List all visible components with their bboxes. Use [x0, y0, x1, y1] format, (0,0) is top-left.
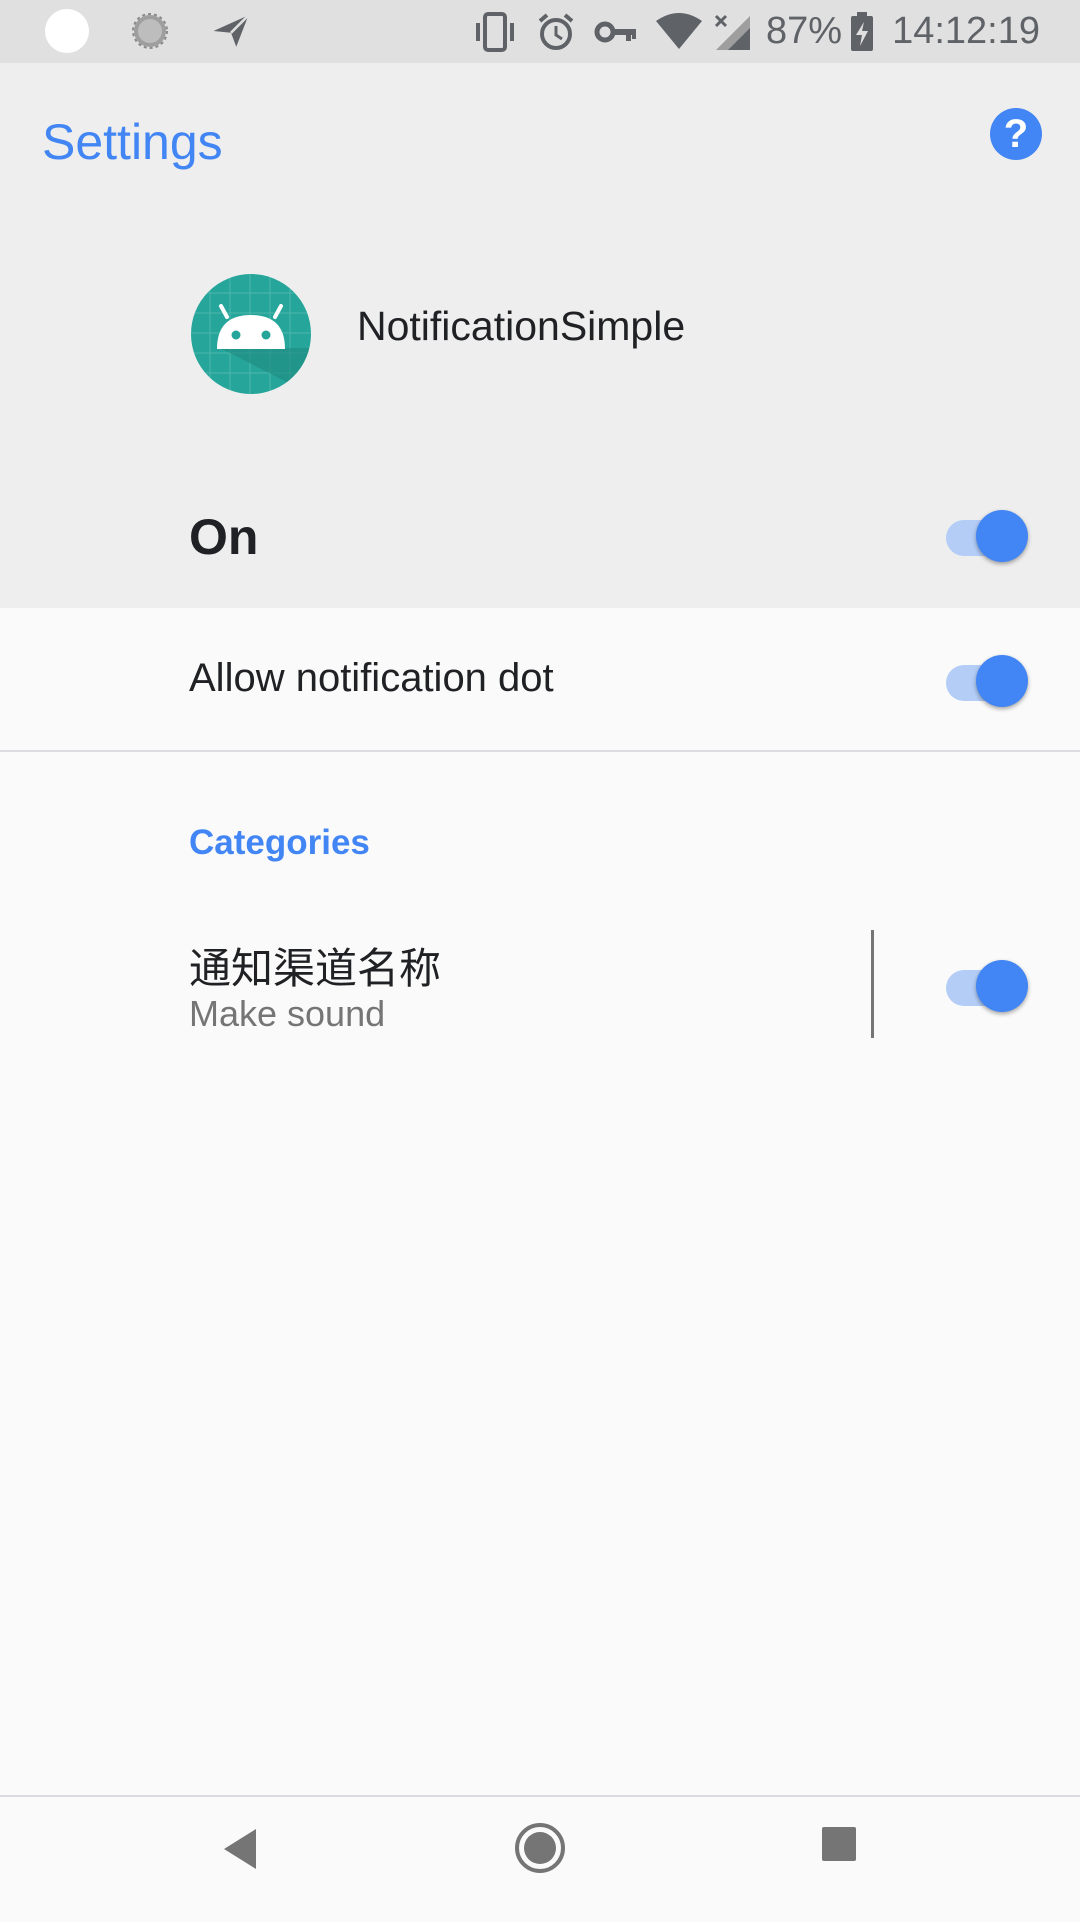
back-icon[interactable]: [222, 1827, 258, 1876]
help-button[interactable]: ?: [990, 108, 1042, 160]
channel-row-divider: [871, 930, 874, 1038]
notification-dot-label: Allow notification dot: [189, 656, 554, 700]
send-icon: [210, 10, 252, 57]
app-name: NotificationSimple: [357, 303, 686, 349]
channel-title: 通知渠道名称: [189, 945, 442, 992]
status-bar-right: 87% 14:12:19: [472, 0, 1040, 63]
main-toggle-label: On: [189, 509, 259, 565]
page-title: Settings: [42, 114, 223, 170]
navigation-bar: [0, 1795, 1080, 1922]
status-bar-left: [44, 8, 252, 59]
toggle-thumb: [976, 655, 1028, 707]
notification-dot-row[interactable]: Allow notification dot: [0, 608, 1080, 750]
wifi-icon: [656, 12, 703, 51]
status-bar: 87% 14:12:19: [0, 0, 1080, 63]
app-icon: [190, 273, 312, 395]
channel-subtitle: Make sound: [189, 993, 386, 1034]
battery-percent: 87%: [766, 10, 843, 52]
cell-signal-icon: [712, 12, 752, 52]
clock: 14:12:19: [892, 10, 1040, 52]
notification-dot-toggle[interactable]: [946, 651, 1032, 707]
vibrate-icon: [472, 11, 518, 53]
section-divider: [0, 750, 1080, 752]
toggle-thumb: [976, 510, 1028, 562]
toggle-thumb: [976, 960, 1028, 1012]
circle-icon: [44, 8, 90, 59]
categories-header: Categories: [189, 823, 370, 862]
app-header: Settings ? NotificationSimple On: [0, 63, 1080, 608]
home-icon[interactable]: [514, 1822, 566, 1879]
main-notifications-toggle[interactable]: [946, 506, 1032, 562]
battery-charging-icon: [850, 11, 874, 52]
vpn-key-icon: [594, 17, 638, 47]
settings-ring-icon: [130, 11, 170, 56]
channel-toggle[interactable]: [946, 956, 1032, 1012]
alarm-icon: [536, 12, 576, 52]
recents-icon[interactable]: [822, 1827, 856, 1866]
help-icon: ?: [1003, 112, 1029, 156]
